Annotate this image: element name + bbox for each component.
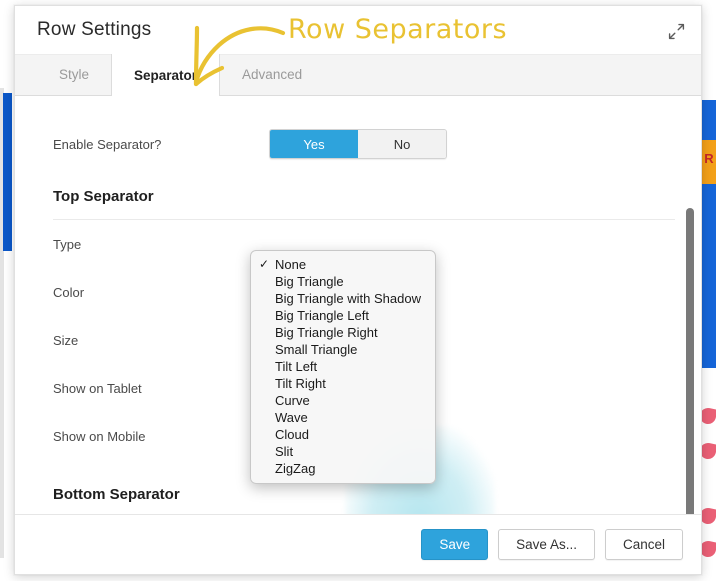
dropdown-option[interactable]: Big Triangle Left bbox=[251, 307, 435, 324]
background-left-blue-bar bbox=[3, 93, 12, 251]
enable-separator-toggle: Yes No bbox=[269, 129, 447, 159]
dropdown-option[interactable]: Curve bbox=[251, 392, 435, 409]
field-label-show-on-tablet: Show on Tablet bbox=[53, 381, 269, 396]
dropdown-option[interactable]: ✓ None bbox=[251, 256, 435, 273]
screenshot-root: R Row Settings Style Separato bbox=[0, 0, 716, 581]
type-dropdown-popup[interactable]: ✓ None Big Triangle Big Triangle with Shado… bbox=[250, 250, 436, 484]
save-button[interactable]: Save bbox=[421, 529, 488, 560]
dropdown-option-label: Slit bbox=[275, 444, 293, 459]
annotation-label: Row Separators bbox=[288, 14, 507, 45]
modal-footer: Save Save As... Cancel bbox=[15, 514, 701, 574]
dropdown-option[interactable]: Small Triangle bbox=[251, 341, 435, 358]
dropdown-option-label: Cloud bbox=[275, 427, 309, 442]
dropdown-option[interactable]: Slit bbox=[251, 443, 435, 460]
scrollbar-thumb[interactable] bbox=[686, 208, 694, 514]
expand-diagonal-icon[interactable] bbox=[663, 18, 689, 44]
dropdown-option-label: None bbox=[275, 257, 306, 272]
section-heading-top-separator: Top Separator bbox=[53, 188, 675, 220]
checkmark-icon: ✓ bbox=[259, 256, 269, 273]
dropdown-option-label: Small Triangle bbox=[275, 342, 357, 357]
field-label-enable-separator: Enable Separator? bbox=[53, 137, 269, 152]
tab-style[interactable]: Style bbox=[37, 54, 111, 95]
dropdown-option-label: ZigZag bbox=[275, 461, 315, 476]
tab-bar: Style Separator Advanced bbox=[15, 55, 701, 96]
background-right-badge-text: R bbox=[702, 152, 716, 166]
settings-scrollbar[interactable] bbox=[686, 208, 694, 514]
dropdown-option-label: Big Triangle Right bbox=[275, 325, 378, 340]
page-title: Row Settings bbox=[37, 19, 151, 41]
field-enable-separator: Enable Separator? Yes No bbox=[53, 120, 675, 168]
toggle-option-no[interactable]: No bbox=[358, 130, 446, 158]
dropdown-option-label: Big Triangle with Shadow bbox=[275, 291, 421, 306]
tab-advanced[interactable]: Advanced bbox=[220, 54, 324, 95]
section-heading-bottom-separator: Bottom Separator bbox=[53, 486, 675, 514]
dropdown-option[interactable]: Tilt Right bbox=[251, 375, 435, 392]
dropdown-option[interactable]: Cloud bbox=[251, 426, 435, 443]
field-label-color: Color bbox=[53, 285, 269, 300]
dropdown-option[interactable]: Big Triangle with Shadow bbox=[251, 290, 435, 307]
field-label-type: Type bbox=[53, 237, 269, 252]
dropdown-option-label: Curve bbox=[275, 393, 310, 408]
field-label-size: Size bbox=[53, 333, 269, 348]
dropdown-option-label: Tilt Left bbox=[275, 359, 317, 374]
dropdown-option-label: Big Triangle bbox=[275, 274, 344, 289]
save-as-button[interactable]: Save As... bbox=[498, 529, 595, 560]
field-label-show-on-mobile: Show on Mobile bbox=[53, 429, 269, 444]
dropdown-option-label: Big Triangle Left bbox=[275, 308, 369, 323]
dropdown-option-label: Tilt Right bbox=[275, 376, 326, 391]
dropdown-option[interactable]: Big Triangle bbox=[251, 273, 435, 290]
dropdown-option[interactable]: Tilt Left bbox=[251, 358, 435, 375]
cancel-button[interactable]: Cancel bbox=[605, 529, 683, 560]
dropdown-option[interactable]: Wave bbox=[251, 409, 435, 426]
dropdown-option-label: Wave bbox=[275, 410, 308, 425]
dropdown-option[interactable]: Big Triangle Right bbox=[251, 324, 435, 341]
dropdown-option[interactable]: ZigZag bbox=[251, 460, 435, 477]
toggle-option-yes[interactable]: Yes bbox=[270, 130, 358, 158]
tab-separator[interactable]: Separator bbox=[111, 54, 220, 96]
